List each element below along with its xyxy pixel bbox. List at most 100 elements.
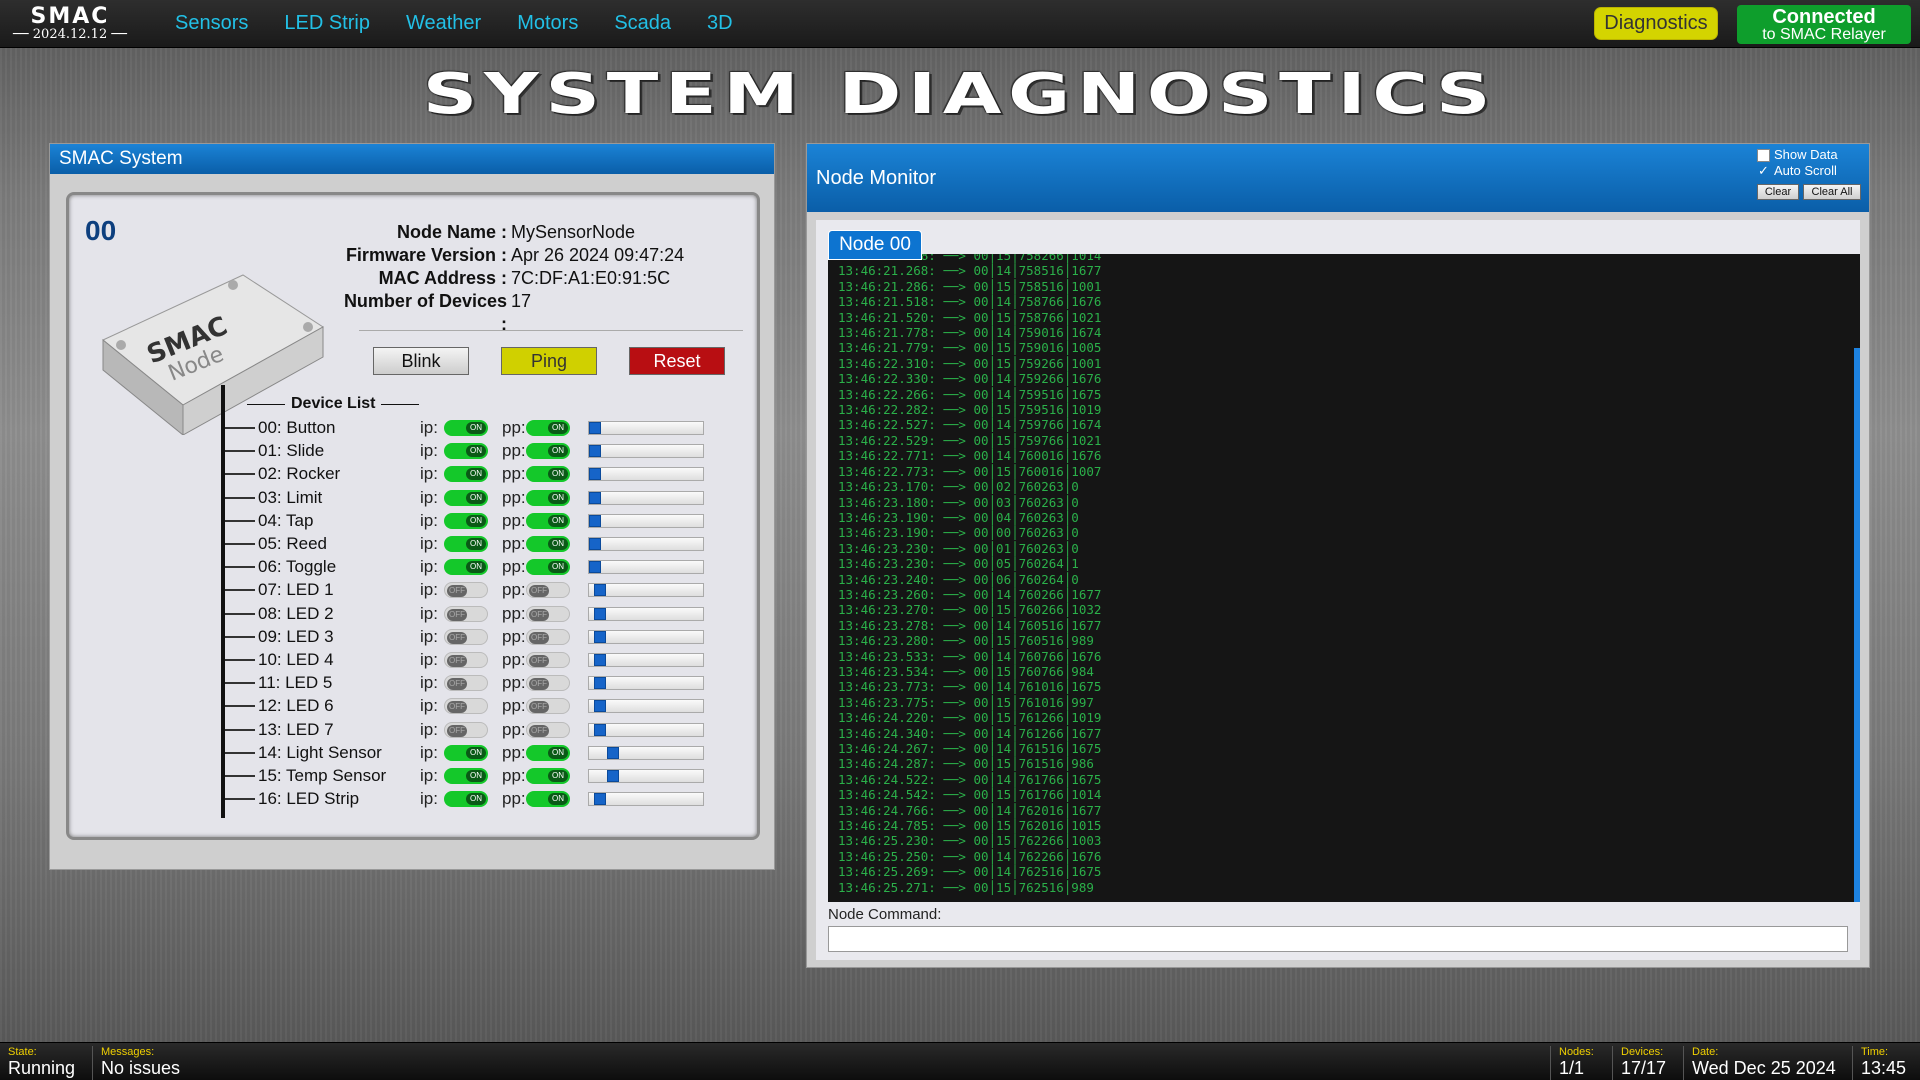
slider-thumb[interactable] (594, 723, 607, 736)
ip-toggle[interactable]: ON (444, 536, 488, 552)
device-level-slider[interactable] (588, 792, 704, 807)
device-level-slider[interactable] (588, 513, 704, 528)
pp-toggle[interactable]: ON (526, 420, 570, 436)
pp-toggle[interactable]: ON (526, 489, 570, 506)
ip-toggle[interactable]: OFF (444, 582, 488, 599)
device-level-slider[interactable] (588, 490, 704, 505)
tab-node-00[interactable]: Node 00 (828, 230, 922, 260)
slider-thumb[interactable] (589, 538, 601, 550)
ip-toggle[interactable]: ON (444, 443, 488, 460)
device-level-slider[interactable] (588, 421, 704, 435)
device-level-slider[interactable] (588, 537, 704, 551)
reset-button[interactable]: Reset (629, 347, 725, 375)
nav-led-strip[interactable]: LED Strip (284, 12, 370, 35)
log-line: 13:46:23.170: ──> 00│02│760263│0 (838, 479, 1079, 495)
device-level-slider[interactable] (588, 629, 704, 644)
ip-toggle[interactable]: ON (444, 768, 488, 784)
pp-toggle[interactable]: OFF (526, 698, 570, 715)
device-name: 13: LED 7 (258, 719, 334, 739)
nav-weather[interactable]: Weather (406, 12, 481, 35)
pp-toggle[interactable]: ON (526, 512, 570, 529)
slider-thumb[interactable] (606, 770, 619, 782)
slider-thumb[interactable] (589, 561, 601, 574)
ip-toggle[interactable]: ON (444, 559, 488, 576)
device-level-slider[interactable] (588, 467, 704, 482)
nav-sensors[interactable]: Sensors (175, 12, 248, 35)
ip-toggle[interactable]: ON (444, 489, 488, 506)
time-value: 13:45 (1861, 1058, 1907, 1078)
pp-toggle[interactable]: OFF (526, 605, 570, 622)
pp-toggle[interactable]: ON (526, 768, 570, 784)
slider-thumb[interactable] (589, 514, 601, 527)
pp-toggle[interactable]: OFF (526, 652, 570, 668)
clear-all-button[interactable]: Clear All (1803, 184, 1861, 200)
pp-toggle[interactable]: OFF (526, 582, 570, 599)
auto-scroll-checkbox[interactable]: ✓ Auto Scroll (1757, 164, 1837, 178)
checkbox-box[interactable]: ✓ (1757, 164, 1770, 178)
ip-toggle[interactable]: OFF (444, 675, 488, 692)
tree-tick (225, 450, 255, 453)
device-level-slider[interactable] (588, 444, 704, 459)
pp-toggle[interactable]: ON (526, 443, 570, 460)
nav-motors[interactable]: Motors (517, 12, 578, 35)
slider-thumb[interactable] (589, 468, 601, 481)
blink-button[interactable]: Blink (373, 347, 469, 375)
log-line: 13:46:24.287: ──> 00│15│761516│986 (838, 756, 1094, 772)
device-level-slider[interactable] (588, 560, 704, 575)
device-level-slider[interactable] (588, 722, 704, 737)
node-log-console[interactable]: 13:46:21.268: ──> 00│15│758266│1014 13:46… (828, 254, 1860, 902)
console-scrollbar[interactable] (1854, 348, 1860, 902)
device-level-slider[interactable] (588, 769, 704, 783)
ip-label: ip: (420, 487, 438, 507)
device-level-slider[interactable] (588, 699, 704, 714)
pp-toggle[interactable]: OFF (526, 721, 570, 738)
nav-scada[interactable]: Scada (614, 12, 671, 35)
ip-toggle[interactable]: ON (444, 466, 488, 483)
slider-thumb[interactable] (594, 607, 607, 620)
ip-toggle[interactable]: ON (444, 420, 488, 436)
ip-toggle[interactable]: OFF (444, 628, 488, 645)
ip-toggle[interactable]: ON (444, 744, 488, 761)
ip-toggle[interactable]: OFF (444, 698, 488, 715)
slider-thumb[interactable] (594, 654, 607, 666)
slider-thumb[interactable] (606, 746, 619, 759)
ip-toggle[interactable]: OFF (444, 721, 488, 738)
slider-thumb[interactable] (594, 677, 607, 690)
pp-toggle[interactable]: ON (526, 791, 570, 808)
device-level-slider[interactable] (588, 676, 704, 691)
device-level-slider[interactable] (588, 653, 704, 667)
ip-toggle[interactable]: OFF (444, 605, 488, 622)
slider-thumb[interactable] (594, 584, 607, 597)
ping-button[interactable]: Ping (501, 347, 597, 375)
slider-thumb[interactable] (589, 491, 601, 504)
log-line: 13:46:23.280: ──> 00│15│760516│989 (838, 633, 1094, 649)
ip-toggle[interactable]: OFF (444, 652, 488, 668)
pp-toggle[interactable]: ON (526, 744, 570, 761)
show-data-checkbox[interactable]: Show Data (1757, 148, 1838, 162)
slider-thumb[interactable] (594, 700, 607, 713)
toggle-knob: OFF (529, 678, 549, 691)
app-logo[interactable]: SMAC ── 2024.12.12 ── (0, 5, 140, 42)
pp-toggle[interactable]: ON (526, 536, 570, 552)
pp-toggle[interactable]: ON (526, 559, 570, 576)
diagnostics-button[interactable]: Diagnostics (1594, 7, 1718, 40)
slider-thumb[interactable] (589, 422, 601, 434)
checkbox-box[interactable] (1757, 148, 1770, 162)
slider-thumb[interactable] (594, 630, 607, 643)
slider-thumb[interactable] (594, 793, 607, 806)
pp-toggle[interactable]: ON (526, 466, 570, 483)
device-level-slider[interactable] (588, 606, 704, 621)
ip-toggle[interactable]: ON (444, 512, 488, 529)
node-command-input[interactable] (828, 926, 1848, 952)
footer-date: Date: Wed Dec 25 2024 (1683, 1046, 1836, 1080)
device-level-slider[interactable] (588, 745, 704, 760)
connection-status-button[interactable]: Connected to SMAC Relayer (1737, 5, 1911, 44)
pp-toggle[interactable]: OFF (526, 628, 570, 645)
ip-toggle[interactable]: ON (444, 791, 488, 808)
nav-3d[interactable]: 3D (707, 12, 733, 35)
slider-thumb[interactable] (589, 445, 601, 458)
pp-toggle[interactable]: OFF (526, 675, 570, 692)
device-row: 07: LED 1 ip: OFF pp: OFF (221, 579, 741, 601)
device-level-slider[interactable] (588, 583, 704, 598)
clear-button[interactable]: Clear (1757, 184, 1799, 200)
